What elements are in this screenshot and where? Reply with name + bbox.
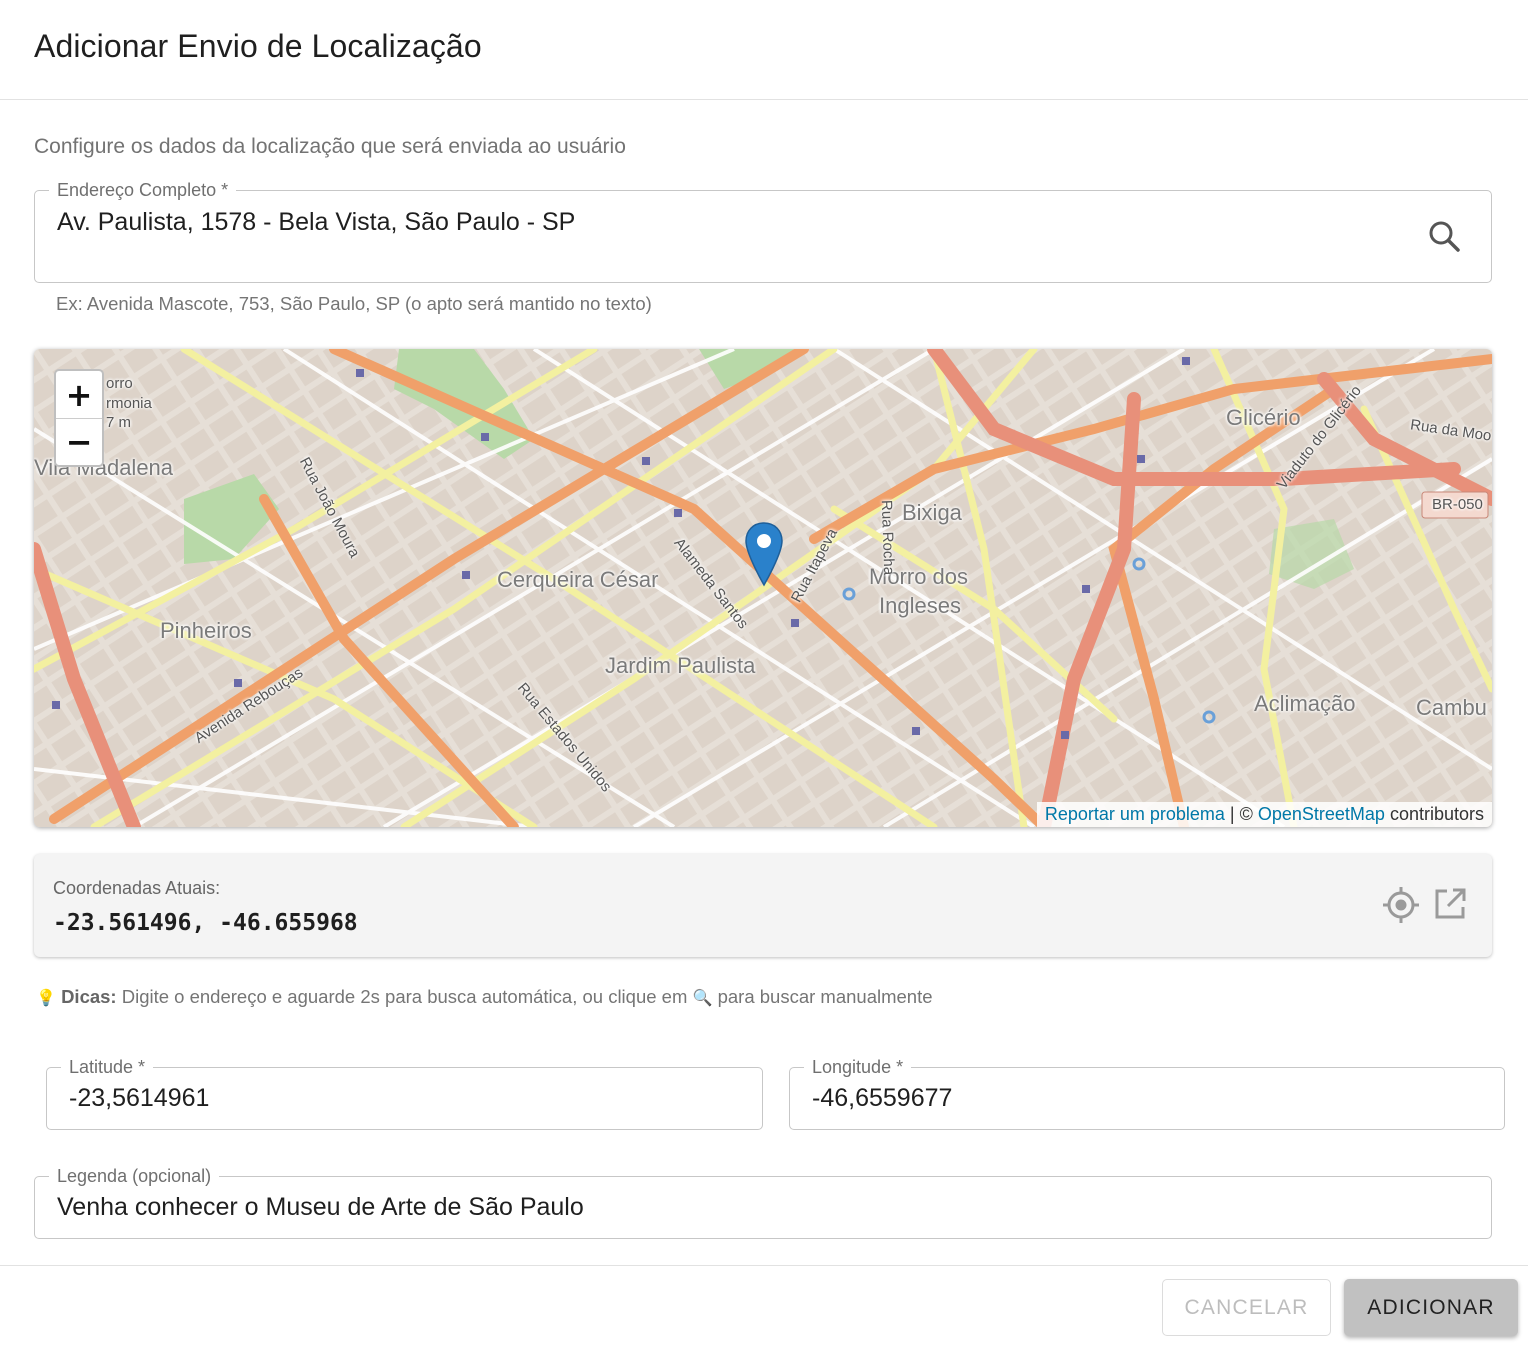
map-label-br050: BR-050: [1432, 496, 1483, 513]
zoom-control: + −: [54, 369, 104, 467]
map-label-ingleses: Ingleses: [879, 593, 961, 618]
tips-title: Dicas:: [61, 986, 117, 1007]
address-label: Endereço Completo *: [49, 177, 237, 203]
search-icon[interactable]: [1425, 217, 1465, 257]
address-field[interactable]: Endereço Completo * Av. Paulista, 1578 -…: [34, 177, 1492, 283]
coordinates-label: Coordenadas Atuais:: [53, 878, 221, 898]
attribution-contributors: contributors: [1384, 804, 1484, 824]
openstreetmap-link[interactable]: OpenStreetMap: [1258, 804, 1385, 824]
map-label-pinheiros: Pinheiros: [160, 618, 252, 643]
map-label-jardim-paulista: Jardim Paulista: [605, 653, 756, 678]
longitude-input[interactable]: -46,6559677: [812, 1084, 952, 1113]
caption-input[interactable]: Venha conhecer o Museu de Arte de São Pa…: [57, 1193, 584, 1222]
longitude-field[interactable]: Longitude * -46,6559677: [789, 1054, 1505, 1130]
map-label-bixiga: Bixiga: [902, 500, 962, 525]
latitude-label: Latitude *: [61, 1054, 154, 1080]
longitude-label: Longitude *: [804, 1054, 912, 1080]
dialog-title: Adicionar Envio de Localização: [34, 28, 482, 64]
map-label-morro-harmonia-1: orro: [106, 375, 133, 392]
zoom-in-button[interactable]: +: [56, 371, 102, 418]
map-label-glicerio: Glicério: [1226, 405, 1301, 430]
map-label-rua-rocha: Rua Rocha: [877, 499, 898, 576]
map-label-morro-harmonia-2: rmonia: [106, 395, 152, 412]
tips-text: 💡 Dicas: Digite o endereço e aguarde 2s …: [36, 986, 933, 1008]
address-helper-text: Ex: Avenida Mascote, 753, São Paulo, SP …: [56, 293, 652, 314]
address-input[interactable]: Av. Paulista, 1578 - Bela Vista, São Pau…: [57, 208, 575, 237]
map-label-morro-harmonia-3: 7 m: [106, 414, 132, 431]
map-label-cambu: Cambu: [1416, 695, 1487, 720]
report-problem-link[interactable]: Reportar um problema: [1045, 804, 1225, 824]
add-button[interactable]: ADICIONAR: [1344, 1279, 1518, 1336]
map-attribution: Reportar um problema | © OpenStreetMap c…: [1036, 802, 1492, 827]
tips-text-before: Digite o endereço e aguarde 2s para busc…: [116, 986, 693, 1007]
coordinates-card: Coordenadas Atuais: -23.561496, -46.6559…: [34, 854, 1492, 957]
latitude-field[interactable]: Latitude * -23,5614961: [46, 1054, 763, 1130]
dialog-subtitle: Configure os dados da localização que se…: [34, 135, 626, 158]
map-label-aclimacao: Aclimação: [1254, 691, 1356, 716]
tips-text-after: para buscar manualmente: [712, 986, 933, 1007]
attribution-separator: | ©: [1224, 804, 1258, 824]
crosshair-icon[interactable]: [1382, 886, 1420, 924]
map-marker-icon[interactable]: [744, 521, 784, 587]
magnifier-glyph-icon: 🔍: [692, 990, 713, 1007]
caption-label: Legenda (opcional): [49, 1163, 220, 1189]
zoom-out-button[interactable]: −: [56, 418, 102, 465]
dialog-header: Adicionar Envio de Localização: [0, 0, 1528, 100]
latitude-input[interactable]: -23,5614961: [69, 1084, 209, 1113]
cancel-button[interactable]: CANCELAR: [1162, 1279, 1331, 1336]
map-label-cerqueira-cesar: Cerqueira César: [497, 567, 659, 592]
open-external-icon[interactable]: [1432, 886, 1470, 924]
lightbulb-icon: 💡: [36, 990, 56, 1007]
caption-field[interactable]: Legenda (opcional) Venha conhecer o Muse…: [34, 1163, 1492, 1239]
coordinates-value: -23.561496, -46.655968: [53, 910, 358, 936]
map-view[interactable]: Vila Madalena Pinheiros Cerqueira César …: [34, 349, 1492, 827]
